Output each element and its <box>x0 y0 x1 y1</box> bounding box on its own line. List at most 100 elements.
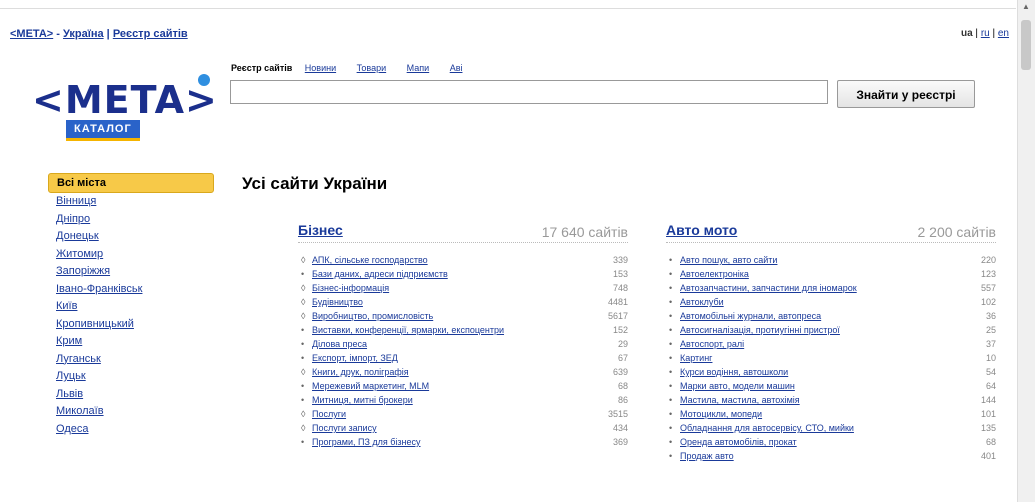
breadcrumb-registry-link[interactable]: Реєстр сайтів <box>113 28 188 40</box>
city-list: Всі міста Вінниця Дніпро Донецьк Житомир Зап… <box>48 173 218 438</box>
subcategory-link[interactable]: Авто пошук, авто сайти <box>680 255 777 265</box>
window-top-border <box>0 0 1016 9</box>
subcategory-link[interactable]: Автоклуби <box>680 297 724 307</box>
subcategory-link[interactable]: Картинг <box>680 353 712 363</box>
subcategory-link[interactable]: Продаж авто <box>680 451 734 461</box>
subcategory-link[interactable]: Експорт, імпорт, ЗЕД <box>312 353 398 363</box>
subcategory-link[interactable]: Курси водіння, автошколи <box>680 367 788 377</box>
folder-icon: ◊ <box>301 311 306 321</box>
subcategory-row: • Картинг 10 <box>666 351 996 365</box>
subcategory-link[interactable]: Автомобільні журнали, автопреса <box>680 311 821 321</box>
subcategory-link[interactable]: Послуги <box>312 409 346 419</box>
subcategory-count: 10 <box>985 353 996 363</box>
bullet-icon: • <box>669 353 673 363</box>
city-link[interactable]: Вінниця <box>48 193 218 211</box>
city-link[interactable]: Львів <box>48 386 218 404</box>
subcategory-count: 748 <box>612 283 628 293</box>
breadcrumb-meta-link[interactable]: <META> <box>10 28 53 40</box>
subcategory-link[interactable]: Мережевий маркетинг, MLM <box>312 381 429 391</box>
subcategory-link[interactable]: Автоелектроніка <box>680 269 749 279</box>
subcategory-count: 101 <box>980 409 996 419</box>
subcategory-link[interactable]: Марки авто, модели машин <box>680 381 795 391</box>
subcategory-count: 36 <box>985 311 996 321</box>
city-link[interactable]: Київ <box>48 298 218 316</box>
subcategory-link[interactable]: Обладнання для автосервісу, СТО, мийки <box>680 423 854 433</box>
bullet-icon: • <box>669 339 673 349</box>
subcategory-link[interactable]: Автосигналізація, протиугінні пристрої <box>680 325 840 335</box>
bullet-icon: • <box>669 409 673 419</box>
subcategory-link[interactable]: Митниця, митні брокери <box>312 395 413 405</box>
subcategory-row: • Оренда автомобілів, прокат 68 <box>666 435 996 449</box>
vertical-scrollbar[interactable]: ▲ <box>1017 0 1035 502</box>
city-link[interactable]: Кропивницький <box>48 316 218 334</box>
city-link[interactable]: Дніпро <box>48 211 218 229</box>
subcategory-link[interactable]: Послуги запису <box>312 423 377 433</box>
tab-avia[interactable]: Аві <box>450 63 463 73</box>
subcategory-row: • Автомобільні журнали, автопреса 36 <box>666 309 996 323</box>
subcategory-link[interactable]: Мотоцикли, мопеди <box>680 409 762 419</box>
subcategory-count: 68 <box>617 381 628 391</box>
subcategory-link[interactable]: Програми, ПЗ для бізнесу <box>312 437 421 447</box>
folder-icon: ◊ <box>301 423 306 433</box>
subcategory-link[interactable]: Книги, друк, поліграфія <box>312 367 409 377</box>
bullet-icon: • <box>669 381 673 391</box>
bullet-icon: • <box>301 395 305 405</box>
category-site-count: 2 200 сайтів <box>917 224 997 240</box>
search-input[interactable] <box>230 80 828 104</box>
bullet-icon: • <box>301 437 305 447</box>
subcategory-row: ◊ Виробництво, промисловість 5617 <box>298 309 628 323</box>
breadcrumb: <META> - Україна | Реєстр сайтів <box>10 28 188 40</box>
logo-wordmark: <META> <box>32 78 218 122</box>
subcategory-row: ◊ АПК, сільське господарство 339 <box>298 253 628 267</box>
bullet-icon: • <box>669 283 673 293</box>
city-link[interactable]: Донецьк <box>48 228 218 246</box>
subcategory-count: 102 <box>980 297 996 307</box>
city-link[interactable]: Миколаїв <box>48 403 218 421</box>
bullet-icon: • <box>301 381 305 391</box>
subcategory-row: • Мережевий маркетинг, MLM 68 <box>298 379 628 393</box>
scroll-up-arrow-icon[interactable]: ▲ <box>1022 2 1030 11</box>
category-business: Бізнес 17 640 сайтів ◊ АПК, сільське госп… <box>298 222 628 449</box>
subcategory-link[interactable]: Мастила, мастила, автохімія <box>680 395 800 405</box>
subcategory-count: 29 <box>617 339 628 349</box>
lang-ru-link[interactable]: ru <box>981 28 990 39</box>
subcategory-link[interactable]: Автоспорт, ралі <box>680 339 744 349</box>
subcategory-link[interactable]: Бізнес-інформація <box>312 283 389 293</box>
tab-goods[interactable]: Товари <box>357 63 387 73</box>
bullet-icon: • <box>301 353 305 363</box>
subcategory-link[interactable]: Бази даних, адреси підприємств <box>312 269 448 279</box>
subcategory-row: • Автоелектроніка 123 <box>666 267 996 281</box>
category-title-link[interactable]: Авто мото <box>666 222 737 238</box>
category-title-link[interactable]: Бізнес <box>298 222 343 238</box>
city-link[interactable]: Одеса <box>48 421 218 439</box>
tab-maps[interactable]: Мапи <box>407 63 430 73</box>
city-link[interactable]: Запоріжжя <box>48 263 218 281</box>
tab-news[interactable]: Новини <box>305 63 336 73</box>
subcategory-row: • Виставки, конференції, ярмарки, експоце… <box>298 323 628 337</box>
subcategory-count: 557 <box>980 283 996 293</box>
subcategory-link[interactable]: Виставки, конференції, ярмарки, експоцен… <box>312 325 504 335</box>
subcategory-link[interactable]: Будівництво <box>312 297 363 307</box>
city-link[interactable]: Луганськ <box>48 351 218 369</box>
city-link[interactable]: Луцьк <box>48 368 218 386</box>
subcategory-link[interactable]: Автозапчастини, запчастини для іномарок <box>680 283 857 293</box>
city-all-selected[interactable]: Всі міста <box>48 173 214 193</box>
meta-catalog-logo[interactable]: <META> КАТАЛОГ <box>32 74 218 150</box>
subcategory-link[interactable]: АПК, сільське господарство <box>312 255 428 265</box>
search-registry-button[interactable]: Знайти у реєстрі <box>837 80 975 108</box>
city-link[interactable]: Крим <box>48 333 218 351</box>
logo-catalog-badge: КАТАЛОГ <box>66 120 140 141</box>
subcategory-link[interactable]: Виробництво, промисловість <box>312 311 433 321</box>
city-link[interactable]: Івано-Франківськ <box>48 281 218 299</box>
bullet-icon: • <box>301 269 305 279</box>
city-link[interactable]: Житомир <box>48 246 218 264</box>
subcategory-row: • Автоспорт, ралі 37 <box>666 337 996 351</box>
subcategory-link[interactable]: Оренда автомобілів, прокат <box>680 437 797 447</box>
scrollbar-thumb[interactable] <box>1021 20 1031 70</box>
subcategory-count: 135 <box>980 423 996 433</box>
lang-en-link[interactable]: en <box>998 28 1009 39</box>
subcategory-link[interactable]: Ділова преса <box>312 339 367 349</box>
subcategory-row: ◊ Книги, друк, поліграфія 639 <box>298 365 628 379</box>
subcategory-count: 639 <box>612 367 628 377</box>
breadcrumb-ukraine-link[interactable]: Україна <box>63 28 104 40</box>
